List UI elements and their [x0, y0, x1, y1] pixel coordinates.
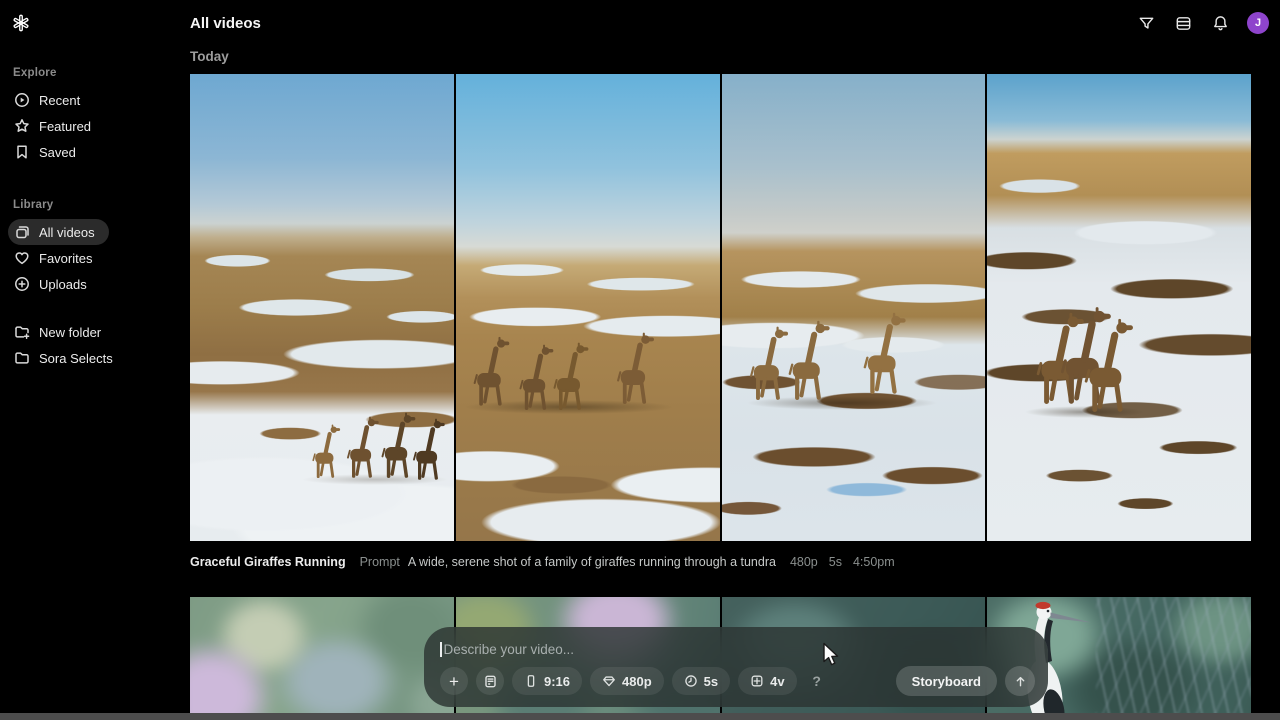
resolution-chip[interactable]: 480p [590, 667, 664, 695]
page-title: All videos [190, 15, 261, 32]
arrow-up-icon [1016, 676, 1024, 686]
sidebar-item-label: Saved [39, 144, 76, 160]
sidebar-item-favorites[interactable]: Favorites [8, 245, 106, 271]
prompt-input[interactable] [443, 641, 1035, 657]
sidebar-item-new-folder[interactable]: New folder [8, 319, 115, 345]
prompt-text: A wide, serene shot of a family of giraf… [407, 555, 776, 569]
composer-actions: Storyboard [895, 666, 1035, 696]
play-circle-icon [14, 92, 30, 108]
header-actions: J [1136, 12, 1269, 34]
duration-value: 5s [703, 673, 719, 689]
video-thumbnail[interactable] [721, 74, 986, 541]
giraffe-silhouette [782, 320, 834, 400]
sidebar-item-label: Favorites [39, 250, 93, 266]
sidebar-item-label: All videos [39, 224, 95, 240]
giraffe-silhouette [308, 424, 343, 478]
giraffe-silhouette [408, 418, 448, 480]
duration-chip[interactable]: 5s [671, 667, 731, 695]
giraffe-silhouette [548, 342, 592, 410]
sidebar-item-label: New folder [39, 324, 102, 340]
bell-icon[interactable] [1210, 13, 1230, 33]
upload-circle-icon [14, 276, 30, 292]
video-metadata: Graceful Giraffes Running Prompt A wide,… [190, 555, 1251, 569]
text-caret [440, 641, 442, 657]
collection-icon [14, 224, 30, 240]
duration-badge: 5s [828, 555, 842, 569]
variations-value: 4v [770, 673, 785, 689]
star-icon [14, 118, 30, 134]
sidebar-heading-explore: Explore [13, 67, 57, 79]
giraffe-silhouette [611, 332, 658, 404]
sidebar-item-label: Sora Selects [39, 350, 113, 366]
list-view-icon[interactable] [1173, 13, 1193, 33]
sidebar-heading-library: Library [13, 199, 54, 211]
sidebar-item-recent[interactable]: Recent [8, 87, 94, 113]
storyboard-card-icon[interactable] [476, 667, 504, 695]
sidebar-item-saved[interactable]: Saved [8, 139, 90, 165]
sidebar-item-featured[interactable]: Featured [8, 113, 105, 139]
new-folder-icon [14, 324, 30, 340]
resolution-value: 480p [622, 673, 652, 689]
video-thumbnail[interactable] [987, 74, 1251, 541]
sidebar-item-label: Uploads [39, 276, 87, 292]
resolution-badge: 480p [789, 555, 818, 569]
heart-icon [14, 250, 30, 266]
prompt-composer: + 9:16 480p 5s 4v ? Storyboard [424, 627, 1048, 707]
prompt-input-row [440, 638, 1035, 660]
aspect-ratio-value: 9:16 [544, 673, 571, 689]
video-thumbnail[interactable] [190, 597, 454, 720]
prompt-label: Prompt [359, 555, 400, 569]
sora-app-window: Explore Recent Featured Saved Library Al… [0, 0, 1280, 720]
sidebar-item-label: Featured [39, 118, 92, 134]
sidebar-item-sora-selects[interactable]: Sora Selects [8, 345, 127, 371]
sidebar-item-uploads[interactable]: Uploads [8, 271, 101, 297]
add-button[interactable]: + [440, 667, 468, 695]
video-thumbnail[interactable] [190, 74, 454, 541]
video-group-giraffes [190, 74, 1251, 541]
video-title[interactable]: Graceful Giraffes Running [190, 555, 346, 569]
timestamp: 4:50pm [852, 555, 895, 569]
bookmark-icon [14, 144, 30, 160]
composer-controls: + 9:16 480p 5s 4v ? Storyboard [440, 666, 1035, 696]
folder-icon [14, 350, 30, 366]
giraffe-silhouette [857, 312, 910, 394]
next-row-edge [0, 713, 1280, 720]
variations-chip[interactable]: 4v [738, 667, 797, 695]
sidebar-item-label: Recent [39, 92, 81, 108]
filter-icon[interactable] [1136, 13, 1156, 33]
sidebar-item-all-videos[interactable]: All videos [8, 219, 109, 245]
aspect-ratio-chip[interactable]: 9:16 [512, 667, 583, 695]
submit-button[interactable] [1005, 666, 1035, 696]
openai-logo-icon [13, 14, 29, 32]
avatar[interactable]: J [1247, 12, 1269, 34]
date-group-label: Today [190, 49, 229, 64]
sidebar: Explore Recent Featured Saved Library Al… [0, 0, 190, 720]
video-thumbnail[interactable] [455, 74, 720, 541]
giraffe-silhouette [1077, 318, 1138, 412]
help-button[interactable]: ? [805, 673, 829, 689]
storyboard-button[interactable]: Storyboard [895, 666, 997, 696]
giraffe-silhouette [468, 336, 513, 406]
